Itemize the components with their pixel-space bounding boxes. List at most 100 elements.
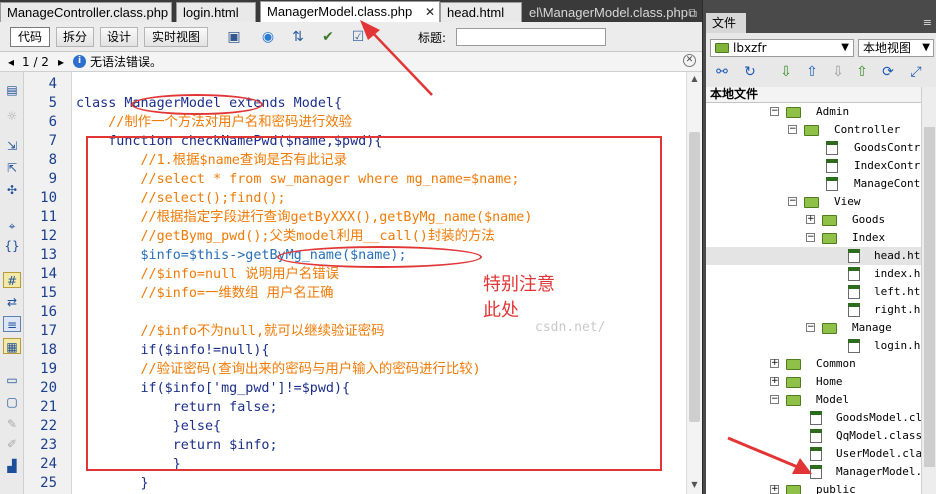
remove-comment-icon[interactable]: ▢ [3,394,21,410]
tree-row-file-selected[interactable]: head.ht [706,247,921,265]
tree-row-index[interactable]: − Index [706,229,921,247]
collapse-tag-icon[interactable]: ⇲ [3,138,21,154]
local-files-header: 本地文件 [706,87,921,103]
editor-scrollbar[interactable]: ▲ ▼ [686,72,702,494]
tree-row-public[interactable]: + public [706,481,921,494]
put-files-icon[interactable]: ⇧ [802,63,822,81]
expand-panel-icon[interactable]: ⤢ [906,63,926,81]
collapse-icon[interactable]: − [806,323,815,332]
multiscreen-icon[interactable]: ▣ [224,28,244,46]
scrollbar-thumb[interactable] [689,132,700,422]
design-view-button[interactable]: 设计 [100,27,138,47]
expand-icon[interactable]: + [806,215,815,224]
expand-all-icon[interactable]: ✣ [3,182,21,198]
close-icon[interactable]: ✕ [425,2,435,22]
file-tree-scrollbar[interactable] [921,87,936,494]
tab-login[interactable]: login.html [176,2,256,22]
tree-row-controller[interactable]: − Controller [706,121,921,139]
expand-icon[interactable]: + [770,359,779,368]
collapse-selection-icon[interactable]: ⇱ [3,160,21,176]
collapse-icon[interactable]: − [770,107,779,116]
split-view-button[interactable]: 拆分 [56,27,94,47]
restore-icon[interactable]: ⧉ [688,3,697,22]
tree-label: right.h [874,303,921,316]
tree-label: Home [816,375,843,388]
live-view-button[interactable]: 实时视图 [144,27,208,47]
tree-label: index.h [874,267,921,280]
tab-head[interactable]: head.html [440,2,522,22]
tab-label: head.html [447,5,505,20]
next-arrow-icon[interactable]: ▸ [58,54,64,70]
title-input[interactable] [456,28,606,46]
move-css-icon[interactable]: ▟ [3,458,21,474]
close-icon[interactable]: ✕ [683,54,696,67]
visual-aids-icon[interactable]: ☑ [348,28,368,46]
apply-comment-icon[interactable]: ▭ [3,372,21,388]
tree-label: GoodsModel.cla [836,411,921,424]
panel-menu-icon[interactable]: ≡ [923,16,932,29]
scrollbar-thumb[interactable] [924,127,935,467]
tree-label: IndexContr [854,159,921,172]
tree-row-home[interactable]: + Home [706,373,921,391]
files-panel-tab[interactable]: 文件 [706,13,746,33]
title-label: 标题: [418,31,447,45]
tree-row-file[interactable]: right.h [706,301,921,319]
page-indicator: 1 / 2 [22,55,49,69]
collapse-icon[interactable]: − [788,197,797,206]
tree-row-file[interactable]: QqModel.class. [706,427,921,445]
select-parent-tag-icon[interactable]: ⌖ [3,218,21,234]
preview-browser-icon[interactable]: ◉ [258,28,278,46]
collapse-icon[interactable]: − [788,125,797,134]
expand-icon[interactable]: + [770,377,779,386]
tab-managecontroller[interactable]: ManageController.class.php [0,2,172,22]
synchronize-icon[interactable]: ⟳ [878,63,898,81]
tree-row-file[interactable]: login.h [706,337,921,355]
tab-managermodel[interactable]: ManagerModel.class.php ✕ [260,1,440,22]
tree-row-file[interactable]: ManagerModel.c [706,463,921,481]
tree-row-view[interactable]: − View [706,193,921,211]
prev-arrow-icon[interactable]: ◂ [8,54,14,70]
tree-row-file[interactable]: GoodsModel.cla [706,409,921,427]
expand-icon[interactable]: + [770,485,779,494]
collapse-icon[interactable]: − [806,233,815,242]
line-number: 16 [40,304,57,320]
tree-row-file[interactable]: index.h [706,265,921,283]
recent-snippets-icon[interactable]: ✐ [3,436,21,452]
tree-row-file[interactable]: UserModel.clas [706,445,921,463]
file-management-icon[interactable]: ⇅ [288,28,308,46]
check-in-icon[interactable]: ⇧ [852,63,872,81]
refresh-icon[interactable]: ↻ [740,63,760,81]
scroll-up-icon[interactable]: ▲ [689,74,700,83]
get-files-icon[interactable]: ⇩ [776,63,796,81]
files-toolbar: lbxzfr ▼ 本地视图 ▼ ⚯ ↻ ⇩ ⇧ ⇩ ⇧ ⟳ ⤢ [706,33,936,87]
tab-path[interactable]: el\ManagerModel.class.php ⧉ [522,2,702,22]
php-file-icon [810,465,822,479]
tree-row-file[interactable]: IndexContr [706,157,921,175]
check-page-icon[interactable]: ✔ [318,28,338,46]
collapse-icon[interactable]: − [770,395,779,404]
check-out-icon[interactable]: ⇩ [828,63,848,81]
highlight-invalid-icon[interactable]: ⇄ [3,294,21,310]
word-wrap-icon[interactable]: ≡ [3,316,21,332]
view-select[interactable]: 本地视图 ▼ [858,39,934,57]
tree-row-common[interactable]: + Common [706,355,921,373]
tree-row-goods[interactable]: + Goods [706,211,921,229]
tree-row-model[interactable]: − Model [706,391,921,409]
code-view-button[interactable]: 代码 [10,27,50,47]
connect-icon[interactable]: ⚯ [712,63,732,81]
balance-braces-icon[interactable]: {} [3,238,21,254]
scroll-down-icon[interactable]: ▼ [689,480,700,489]
line-number: 12 [40,228,57,244]
document-toolbar: 代码 拆分 设计 实时视图 ▣ ◉ ⇅ ✔ ☑ 标题: [0,22,702,52]
tree-row-file[interactable]: ManageCont [706,175,921,193]
tree-row-file[interactable]: left.ht [706,283,921,301]
wrap-tag-icon[interactable]: ✎ [3,416,21,432]
tree-row-admin[interactable]: − Admin [706,103,921,121]
tree-row-manage[interactable]: − Manage [706,319,921,337]
tree-row-file[interactable]: GoodsContr [706,139,921,157]
open-documents-icon[interactable]: ▤ [3,82,21,98]
show-code-navigator-icon[interactable]: ☼ [3,108,21,124]
syntax-coloring-icon[interactable]: ▦ [3,338,21,354]
line-numbers-icon[interactable]: # [3,272,21,288]
site-select[interactable]: lbxzfr ▼ [710,39,854,57]
